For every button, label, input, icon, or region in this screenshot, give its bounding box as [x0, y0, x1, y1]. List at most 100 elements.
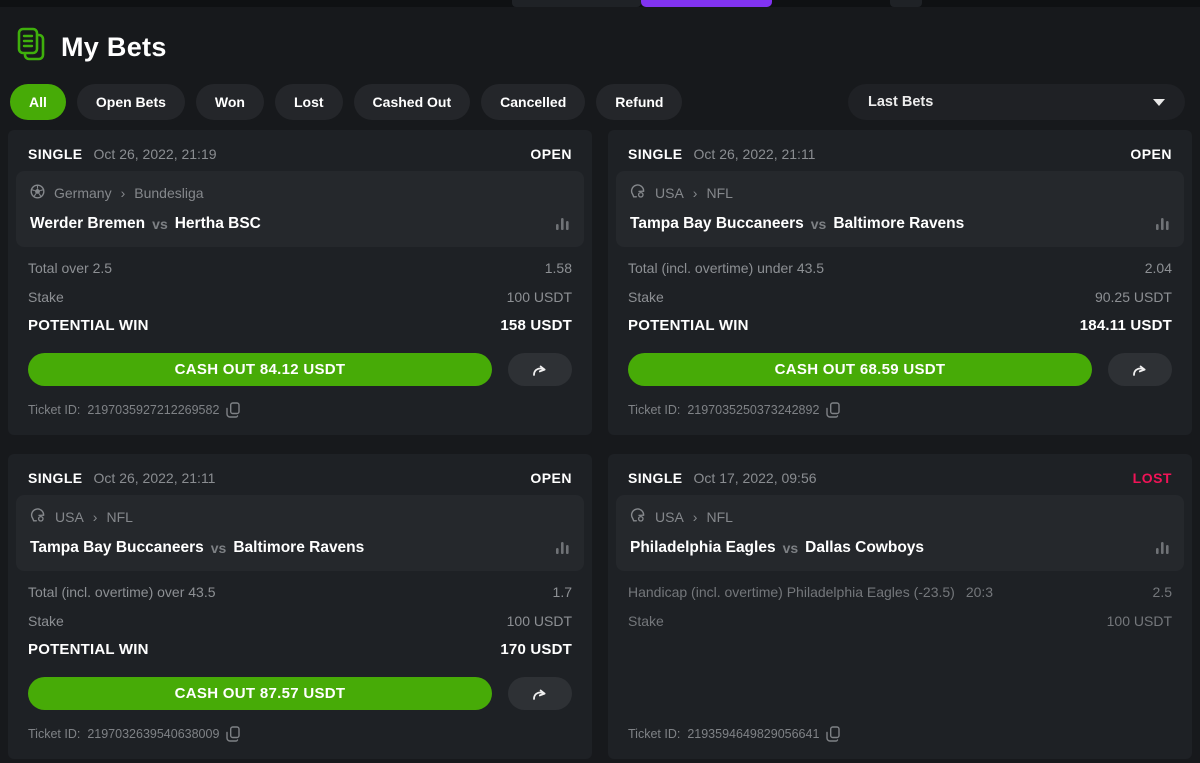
filter-pill-refund[interactable]: Refund [596, 84, 682, 120]
status-badge: LOST [1133, 470, 1172, 486]
share-arrow-icon [529, 361, 551, 379]
cashout-button[interactable]: CASH OUT 87.57 USDT [28, 677, 492, 710]
vs-separator: vs [783, 540, 799, 556]
bet-date: Oct 26, 2022, 21:19 [94, 146, 217, 162]
category-league: Bundesliga [134, 185, 203, 201]
category-league: NFL [706, 185, 732, 201]
selection-row: Total over 2.5 1.58 [28, 260, 572, 276]
category-league: NFL [106, 509, 132, 525]
copy-icon[interactable] [226, 402, 240, 418]
home-team: Tampa Bay Buccaneers [630, 215, 804, 233]
bets-ticket-icon [16, 27, 47, 67]
selection-row: Total (incl. overtime) under 43.5 2.04 [628, 260, 1172, 276]
breadcrumb-separator: › [693, 185, 698, 201]
filter-pill-cancelled[interactable]: Cancelled [481, 84, 585, 120]
match-teams: Werder Bremen vs Hertha BSC [30, 215, 570, 233]
copy-icon[interactable] [826, 402, 840, 418]
vs-separator: vs [811, 216, 827, 232]
potential-win-value: 158 USDT [500, 317, 572, 334]
match-stats-icon[interactable] [555, 217, 570, 231]
share-button[interactable] [1108, 353, 1172, 386]
selection-odds: 1.58 [545, 260, 572, 276]
home-team: Tampa Bay Buccaneers [30, 539, 204, 557]
bet-card: SINGLE Oct 26, 2022, 21:11 OPEN USA › NF… [608, 130, 1192, 435]
chevron-down-icon [1153, 99, 1165, 106]
football-helmet-icon [630, 508, 646, 526]
bet-date: Oct 17, 2022, 09:56 [694, 470, 817, 486]
match-stats-icon[interactable] [1155, 541, 1170, 555]
away-team: Baltimore Ravens [833, 215, 964, 233]
bet-type-label: SINGLE [628, 470, 683, 486]
category-league: NFL [706, 509, 732, 525]
stake-value: 100 USDT [507, 613, 572, 629]
selection-label: Total over 2.5 [28, 260, 112, 276]
match-category: USA › NFL [630, 508, 1170, 526]
away-team: Dallas Cowboys [805, 539, 924, 557]
selection-odds: 1.7 [553, 584, 572, 600]
match-stats-icon[interactable] [555, 541, 570, 555]
match-panel[interactable]: USA › NFL Tampa Bay Buccaneers vs Baltim… [16, 495, 584, 571]
match-category: Germany › Bundesliga [30, 184, 570, 202]
ticket-id-value: 2197035927212269582 [87, 403, 219, 417]
match-stats-icon[interactable] [1155, 217, 1170, 231]
bet-card-header: SINGLE Oct 26, 2022, 21:11 OPEN [628, 143, 1172, 171]
category-country: USA [55, 509, 84, 525]
home-team: Philadelphia Eagles [630, 539, 776, 557]
stake-label: Stake [628, 613, 664, 629]
ticket-id-label: Ticket ID: [28, 727, 80, 741]
ticket-row: Ticket ID: 2193594649829056641 [628, 726, 1172, 759]
selection-row: Handicap (incl. overtime) Philadelphia E… [628, 584, 1172, 600]
cashout-button[interactable]: CASH OUT 84.12 USDT [28, 353, 492, 386]
bet-type-label: SINGLE [628, 146, 683, 162]
sort-dropdown-value: Last Bets [868, 94, 933, 110]
sort-dropdown[interactable]: Last Bets [848, 84, 1185, 120]
nav-tab-fragment[interactable] [512, 0, 641, 7]
filter-pill-all[interactable]: All [10, 84, 66, 120]
cashout-button[interactable]: CASH OUT 68.59 USDT [628, 353, 1092, 386]
match-score: 20:3 [966, 584, 993, 600]
filter-pill-cashed-out[interactable]: Cashed Out [354, 84, 471, 120]
ticket-id-label: Ticket ID: [628, 727, 680, 741]
bet-cards-grid: SINGLE Oct 26, 2022, 21:19 OPEN Germany … [0, 130, 1200, 759]
copy-icon[interactable] [826, 726, 840, 742]
filter-pill-open-bets[interactable]: Open Bets [77, 84, 185, 120]
bet-type-label: SINGLE [28, 146, 83, 162]
bet-card: SINGLE Oct 26, 2022, 21:19 OPEN Germany … [8, 130, 592, 435]
share-button[interactable] [508, 353, 572, 386]
card-actions: CASH OUT 84.12 USDT [28, 353, 572, 386]
copy-icon[interactable] [226, 726, 240, 742]
breadcrumb-separator: › [93, 509, 98, 525]
stake-row: Stake 90.25 USDT [628, 289, 1172, 305]
nav-tab-fragment[interactable] [890, 0, 922, 7]
match-panel[interactable]: Germany › Bundesliga Werder Bremen vs He… [16, 171, 584, 247]
match-panel[interactable]: USA › NFL Philadelphia Eagles vs Dallas … [616, 495, 1184, 571]
filter-pill-won[interactable]: Won [196, 84, 264, 120]
away-team: Baltimore Ravens [233, 539, 364, 557]
match-panel[interactable]: USA › NFL Tampa Bay Buccaneers vs Baltim… [616, 171, 1184, 247]
selection-odds: 2.5 [1153, 584, 1172, 600]
match-category: USA › NFL [30, 508, 570, 526]
page-title: My Bets [61, 32, 167, 63]
stake-row: Stake 100 USDT [28, 613, 572, 629]
bet-date: Oct 26, 2022, 21:11 [94, 470, 216, 486]
potential-win-value: 170 USDT [500, 641, 572, 658]
filter-pill-lost[interactable]: Lost [275, 84, 343, 120]
ticket-id-value: 2197035250373242892 [687, 403, 819, 417]
share-button[interactable] [508, 677, 572, 710]
status-badge: OPEN [1130, 146, 1172, 162]
potential-win-row: POTENTIAL WIN 170 USDT [28, 641, 572, 658]
match-category: USA › NFL [630, 184, 1170, 202]
potential-win-row: POTENTIAL WIN 184.11 USDT [628, 317, 1172, 334]
category-country: USA [655, 185, 684, 201]
ticket-id-label: Ticket ID: [628, 403, 680, 417]
share-arrow-icon [1129, 361, 1151, 379]
nav-active-button-fragment[interactable] [641, 0, 772, 7]
match-teams: Philadelphia Eagles vs Dallas Cowboys [630, 539, 1170, 557]
stake-value: 90.25 USDT [1095, 289, 1172, 305]
potential-win-label: POTENTIAL WIN [28, 641, 149, 658]
match-teams: Tampa Bay Buccaneers vs Baltimore Ravens [30, 539, 570, 557]
potential-win-label: POTENTIAL WIN [628, 317, 749, 334]
status-badge: OPEN [530, 470, 572, 486]
category-country: USA [655, 509, 684, 525]
stake-value: 100 USDT [1107, 613, 1172, 629]
